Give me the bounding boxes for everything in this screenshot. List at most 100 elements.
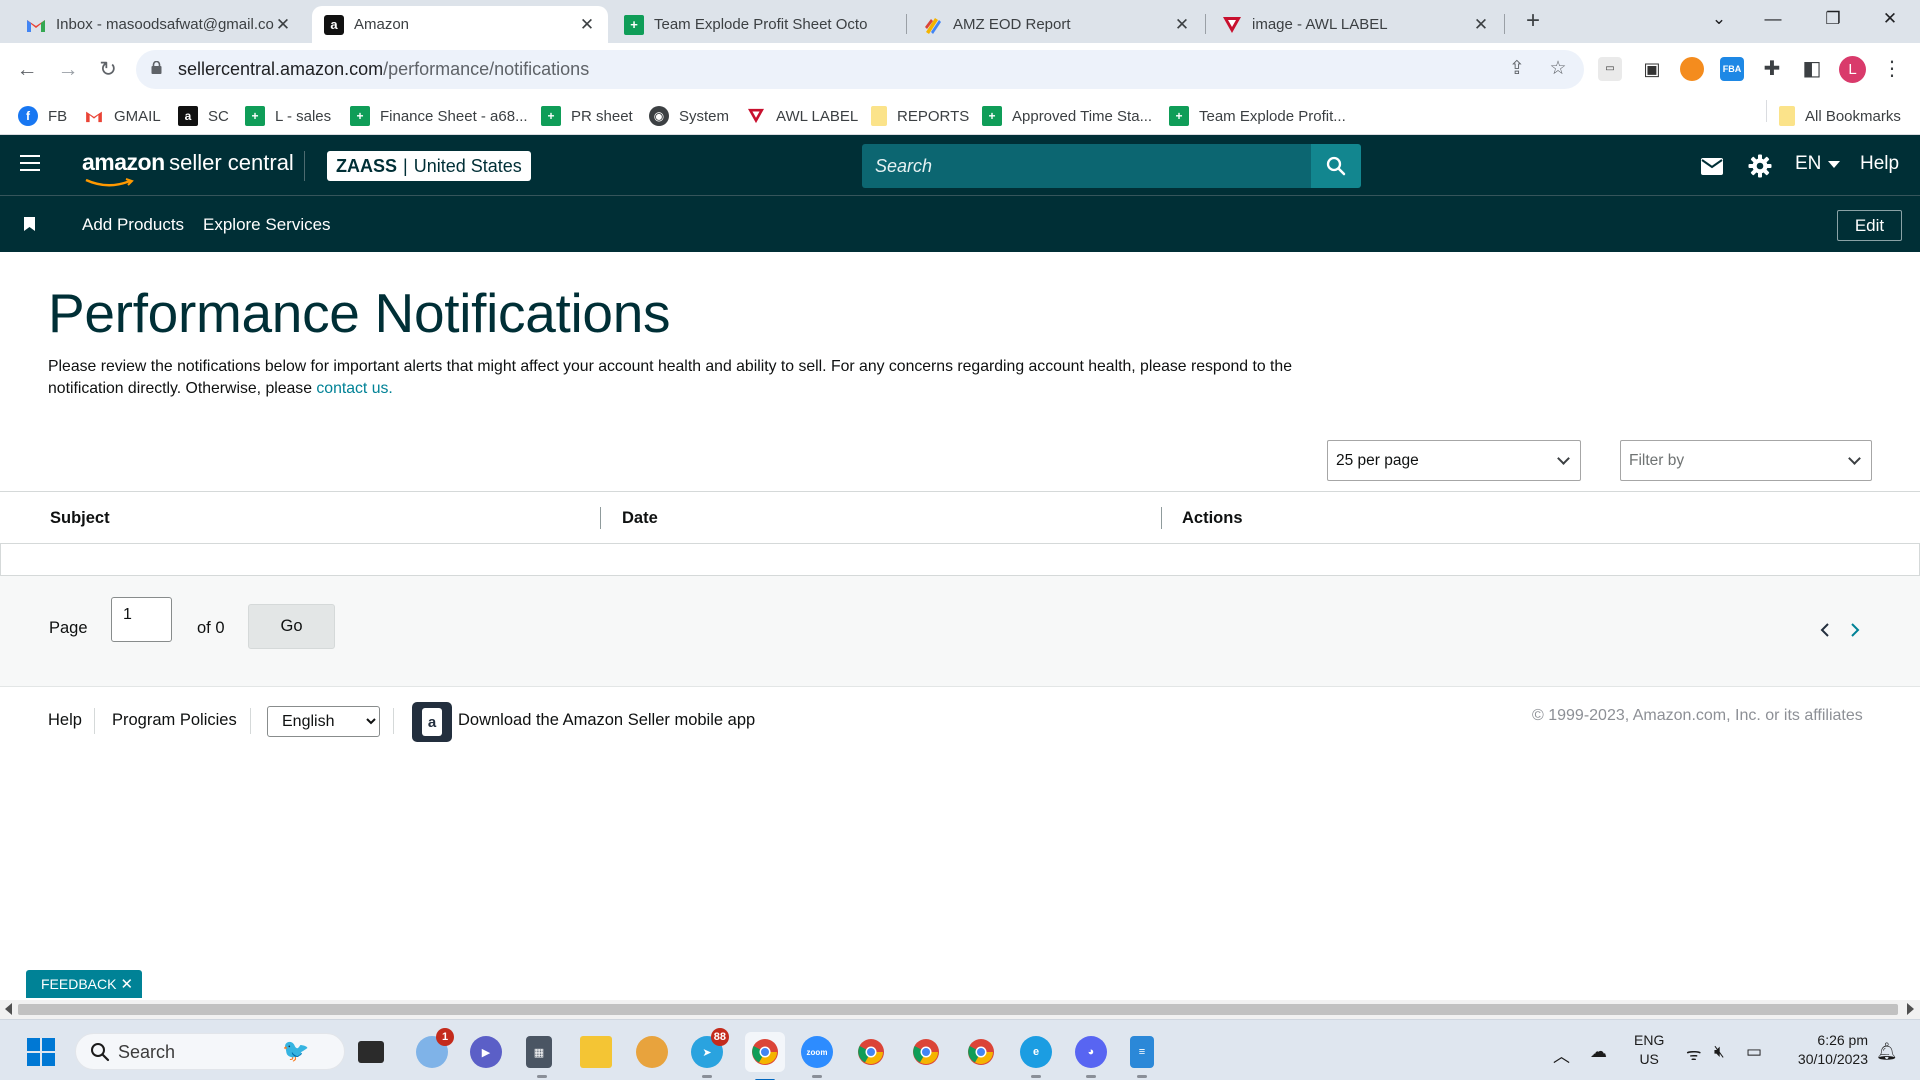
all-bookmarks-folder[interactable]: All Bookmarks: [1779, 104, 1901, 128]
filter-by-dropdown[interactable]: Filter by: [1620, 440, 1872, 481]
bookmark-reports-folder[interactable]: REPORTS: [871, 104, 969, 128]
close-tab-icon[interactable]: ✕: [274, 15, 292, 35]
calculator-icon[interactable]: ▦: [526, 1036, 552, 1078]
tab-gmail-inbox[interactable]: Inbox - masoodsafwat@gmail.co ✕: [14, 6, 304, 43]
taskbar-search[interactable]: Search 🐦: [75, 1033, 345, 1070]
feedback-button[interactable]: FEEDBACK ✕: [26, 970, 143, 998]
bookmark-icon[interactable]: [24, 217, 35, 231]
battery-icon[interactable]: ▭: [1746, 1042, 1762, 1062]
edit-button[interactable]: Edit: [1837, 210, 1902, 241]
zoom-icon[interactable]: zoom: [801, 1036, 833, 1078]
bookmark-label: Approved Time Sta...: [1012, 107, 1153, 125]
hamburger-menu-icon[interactable]: [20, 155, 40, 175]
footer-language-select[interactable]: English: [267, 706, 380, 737]
close-icon[interactable]: ✕: [120, 976, 133, 993]
chrome-active-icon[interactable]: [745, 1032, 785, 1080]
input-language-indicator[interactable]: ENG US: [1634, 1031, 1664, 1069]
footer-help-link[interactable]: Help: [48, 711, 82, 730]
notification-bell-icon[interactable]: 🔔︎: [1876, 1042, 1898, 1062]
extension-icon[interactable]: ▭: [1598, 57, 1622, 81]
bookmark-star-icon[interactable]: ☆: [1547, 58, 1569, 80]
column-header-date[interactable]: Date: [622, 509, 658, 528]
wifi-icon[interactable]: ᯤ: [1686, 1042, 1702, 1065]
scroll-left-icon[interactable]: [5, 1003, 12, 1015]
task-view-icon[interactable]: [358, 1041, 384, 1063]
search-input[interactable]: [862, 144, 1311, 188]
edge-icon[interactable]: e: [1020, 1036, 1052, 1078]
discord-icon[interactable]: ◕: [1075, 1036, 1107, 1078]
tab-search-chevron-icon[interactable]: ⌄: [1704, 4, 1734, 34]
per-page-dropdown[interactable]: 25 per page: [1327, 440, 1581, 481]
tab-awl-label[interactable]: image - AWL LABEL ✕: [1210, 6, 1502, 43]
header-help-link[interactable]: Help: [1860, 153, 1899, 175]
orange-extension-icon[interactable]: [1680, 57, 1704, 81]
file-explorer-icon[interactable]: [580, 1036, 612, 1068]
intro-paragraph: Please review the notifications below fo…: [48, 356, 1298, 400]
account-switcher[interactable]: ZAASS | United States: [327, 151, 531, 181]
horizontal-scrollbar[interactable]: [0, 1000, 1920, 1019]
bookmark-system[interactable]: ◉ System: [649, 104, 729, 128]
bookmark-awl-label[interactable]: AWL LABEL: [746, 104, 858, 128]
game-app-icon[interactable]: [636, 1036, 668, 1068]
profile-avatar[interactable]: L: [1839, 56, 1866, 83]
bookmark-pr-sheet[interactable]: + PR sheet: [541, 104, 633, 128]
bookmark-gmail[interactable]: GMAIL: [84, 104, 161, 128]
contact-us-link[interactable]: contact us.: [316, 380, 392, 397]
close-tab-icon[interactable]: ✕: [1472, 15, 1490, 35]
close-tab-icon[interactable]: ✕: [578, 15, 596, 35]
windows-start-icon[interactable]: [27, 1038, 55, 1066]
bookmark-l-sales[interactable]: + L - sales: [245, 104, 331, 128]
side-panel-icon[interactable]: ◧: [1800, 57, 1824, 81]
download-app-link[interactable]: Download the Amazon Seller mobile app: [458, 711, 755, 730]
close-tab-icon[interactable]: ✕: [1173, 15, 1191, 35]
weather-icon[interactable]: 1: [416, 1028, 454, 1068]
amazon-seller-app-icon[interactable]: a: [412, 702, 452, 742]
chrome-profile-icon[interactable]: [910, 1036, 942, 1068]
fba-extension-icon[interactable]: FBA: [1720, 57, 1744, 81]
previous-page-icon[interactable]: [1815, 620, 1835, 640]
back-icon[interactable]: ←: [13, 56, 41, 84]
close-window-icon[interactable]: ✕: [1875, 4, 1905, 34]
seller-central-logo[interactable]: amazon seller central: [82, 149, 294, 176]
page-number-input[interactable]: [111, 597, 172, 642]
go-button[interactable]: Go: [248, 604, 335, 649]
tab-team-explode-profit-sheet[interactable]: + Team Explode Profit Sheet Octo: [612, 6, 904, 43]
scrollbar-thumb[interactable]: [18, 1004, 1898, 1015]
minimize-icon[interactable]: —: [1758, 4, 1788, 34]
restore-icon[interactable]: ❐: [1818, 4, 1848, 34]
tab-amazon[interactable]: a Amazon ✕: [312, 6, 608, 43]
teams-chat-icon[interactable]: ▶: [470, 1036, 502, 1068]
chrome-profile-icon[interactable]: [855, 1036, 887, 1068]
chrome-profile-icon[interactable]: [965, 1036, 997, 1068]
telegram-icon[interactable]: ➤ 88: [691, 1028, 729, 1078]
notepad-icon[interactable]: ≡: [1130, 1036, 1154, 1078]
volume-muted-icon[interactable]: 🔇︎: [1714, 1042, 1725, 1062]
mail-icon[interactable]: [1699, 153, 1725, 179]
settings-gear-icon[interactable]: [1747, 153, 1773, 179]
extensions-puzzle-icon[interactable]: ✚: [1760, 57, 1784, 81]
scroll-right-icon[interactable]: [1907, 1003, 1914, 1015]
bookmark-fb[interactable]: f FB: [18, 104, 67, 128]
new-tab-button[interactable]: +: [1520, 8, 1546, 34]
program-policies-link[interactable]: Program Policies: [112, 711, 237, 730]
search-button[interactable]: [1311, 144, 1361, 188]
tab-amz-eod-report[interactable]: AMZ EOD Report ✕: [911, 6, 1203, 43]
share-icon[interactable]: ⇪: [1506, 58, 1528, 80]
language-selector[interactable]: EN: [1795, 153, 1841, 175]
bookmark-team-explode-profit[interactable]: + Team Explode Profit...: [1169, 104, 1346, 128]
show-hidden-icons-chevron[interactable]: ︿: [1553, 1042, 1570, 1067]
column-header-subject[interactable]: Subject: [50, 509, 110, 528]
bookmark-finance-sheet[interactable]: + Finance Sheet - a68...: [350, 104, 528, 128]
add-products-link[interactable]: Add Products: [82, 215, 184, 235]
more-menu-icon[interactable]: ⋮: [1880, 56, 1904, 83]
onedrive-cloud-icon[interactable]: ☁: [1590, 1042, 1607, 1062]
forward-icon[interactable]: →: [54, 56, 82, 84]
bookmark-sc[interactable]: a SC: [178, 104, 229, 128]
clock[interactable]: 6:26 pm 30/10/2023: [1786, 1031, 1868, 1069]
reload-icon[interactable]: ↻: [94, 56, 122, 84]
explore-services-link[interactable]: Explore Services: [203, 215, 331, 235]
bookmark-approved-time-sta[interactable]: + Approved Time Sta...: [982, 104, 1152, 128]
next-page-icon[interactable]: [1845, 620, 1865, 640]
address-bar[interactable]: sellercentral.amazon.com/performance/not…: [136, 50, 1584, 89]
camera-extension-icon[interactable]: ▣: [1640, 57, 1664, 81]
